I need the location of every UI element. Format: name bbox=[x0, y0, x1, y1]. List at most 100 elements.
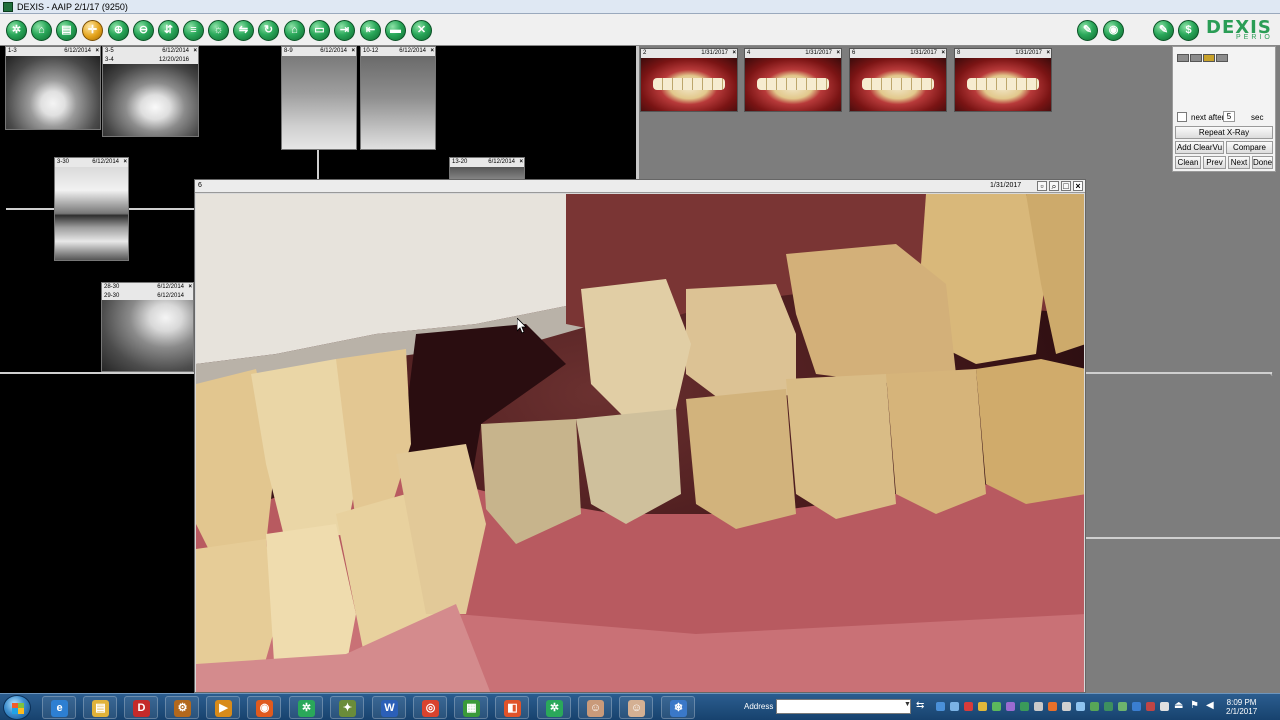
tray-search-icon[interactable] bbox=[1090, 702, 1099, 711]
done-button[interactable]: Done bbox=[1252, 156, 1273, 169]
tile-close-icon[interactable]: × bbox=[351, 47, 355, 56]
tray-app5-icon[interactable] bbox=[1160, 702, 1169, 711]
clean-button[interactable]: Clean bbox=[1175, 156, 1201, 169]
tray-app-icon[interactable] bbox=[950, 702, 959, 711]
tile-close-icon[interactable]: × bbox=[95, 47, 99, 56]
repeat-xray-button[interactable]: Repeat X-Ray bbox=[1175, 126, 1273, 139]
save-icon[interactable]: ▬ bbox=[385, 20, 406, 41]
zoom-out-icon[interactable]: ⊖ bbox=[133, 20, 154, 41]
dollar-icon[interactable]: $ bbox=[1178, 20, 1199, 41]
photo-close-icon[interactable]: × bbox=[1046, 49, 1050, 58]
taskbar-app-explorer[interactable]: ▤ bbox=[83, 696, 117, 719]
viewer-restore-icon[interactable]: ▫ bbox=[1037, 181, 1047, 191]
next-after-seconds-input[interactable]: 5 bbox=[1223, 111, 1235, 122]
viewer-close-icon[interactable]: × bbox=[1073, 181, 1083, 191]
photo-thumbnail[interactable]: 6 1/31/2017 × bbox=[849, 48, 947, 112]
tray-app4-icon[interactable] bbox=[1146, 702, 1155, 711]
mini-sensor-icon[interactable] bbox=[1190, 54, 1202, 62]
tray-security-icon[interactable] bbox=[964, 702, 973, 711]
taskbar-app-tools[interactable]: ⚙ bbox=[165, 696, 199, 719]
photo-thumbnail[interactable]: 4 1/31/2017 × bbox=[744, 48, 842, 112]
xray-tile[interactable]: 13-20 6/12/2014 × bbox=[449, 157, 525, 181]
prev-button[interactable]: Prev bbox=[1203, 156, 1226, 169]
tray-sync-icon[interactable] bbox=[992, 702, 1001, 711]
close-icon[interactable]: ✕ bbox=[411, 20, 432, 41]
photo-close-icon[interactable]: × bbox=[836, 49, 840, 58]
zoom-in-icon[interactable]: ⊕ bbox=[108, 20, 129, 41]
acquire-icon[interactable]: ✲ bbox=[6, 20, 27, 41]
taskbar-app-tiles[interactable]: ▦ bbox=[454, 696, 488, 719]
tile-close-icon[interactable]: × bbox=[430, 47, 434, 56]
taskbar-app-ie[interactable]: e bbox=[42, 696, 76, 719]
tile-close-icon[interactable]: × bbox=[123, 158, 127, 167]
tray-bluetooth-icon[interactable] bbox=[1132, 702, 1141, 711]
import-icon[interactable]: ⇥ bbox=[334, 20, 355, 41]
taskbar-app-office[interactable]: ◧ bbox=[495, 696, 529, 719]
tray-usb-icon[interactable]: ⏏ bbox=[1174, 700, 1183, 711]
xray-tile[interactable]: 1-3 6/12/2014 × bbox=[5, 46, 101, 130]
taskbar-app-person2[interactable]: ☺ bbox=[619, 696, 653, 719]
compare-button[interactable]: Compare bbox=[1226, 141, 1273, 154]
taskbar-clock[interactable]: 8:09 PM 2/1/2017 bbox=[1226, 698, 1257, 716]
edit-icon[interactable]: ✎ bbox=[1077, 20, 1098, 41]
xray-tile[interactable]: 3-30 6/12/2014 × bbox=[54, 157, 129, 261]
start-button[interactable] bbox=[3, 695, 31, 720]
tray-cloud-icon[interactable] bbox=[1076, 702, 1085, 711]
viewer-maximize-icon[interactable]: □ bbox=[1061, 181, 1071, 191]
mini-camera-icon[interactable] bbox=[1203, 54, 1215, 62]
taskbar-app-d[interactable]: D bbox=[124, 696, 158, 719]
auto-next-checkbox[interactable] bbox=[1177, 112, 1187, 122]
xray-tile[interactable]: 10-12 6/12/2014 × bbox=[360, 46, 436, 150]
taskbar-app-word[interactable]: W bbox=[372, 696, 406, 719]
tray-device-icon[interactable] bbox=[1034, 702, 1043, 711]
panel-collapse-arrow-icon[interactable]: ‹ bbox=[1270, 369, 1273, 378]
taskbar-app-dexis[interactable]: ✲ bbox=[289, 696, 323, 719]
taskbar-app-snowflake[interactable]: ❄ bbox=[661, 696, 695, 719]
volume-icon[interactable]: ◀ bbox=[1206, 700, 1214, 711]
taskbar-app-chrome[interactable]: ◎ bbox=[413, 696, 447, 719]
address-input[interactable] bbox=[776, 699, 911, 714]
taskbar-app-utility[interactable]: ✦ bbox=[330, 696, 364, 719]
pen-icon[interactable]: ✎ bbox=[1153, 20, 1174, 41]
xray-tile[interactable]: 28-30 6/12/2014 × 29-30 6/12/2014 bbox=[101, 282, 194, 372]
next-button[interactable]: Next bbox=[1228, 156, 1250, 169]
photo-close-icon[interactable]: × bbox=[941, 49, 945, 58]
tray-dexis-icon[interactable] bbox=[1020, 702, 1029, 711]
taskbar-app-media[interactable]: ▶ bbox=[206, 696, 240, 719]
photo-viewer-window[interactable]: 6 1/31/2017 ▫ ⌕ □ × bbox=[194, 179, 1086, 693]
tile-close-icon[interactable]: × bbox=[519, 158, 523, 167]
tile-close-icon[interactable]: × bbox=[193, 47, 197, 56]
photo-close-icon[interactable]: × bbox=[732, 49, 736, 58]
notes-icon[interactable]: ≡ bbox=[183, 20, 204, 41]
tray-recycle-icon[interactable] bbox=[1118, 702, 1127, 711]
camera-icon[interactable]: ◉ bbox=[1103, 20, 1124, 41]
mini-sensor-icon[interactable] bbox=[1216, 54, 1228, 62]
crosshair-icon[interactable]: ✛ bbox=[82, 20, 103, 41]
mirror-icon[interactable]: ⇋ bbox=[233, 20, 254, 41]
tray-app3-icon[interactable] bbox=[1062, 702, 1071, 711]
tray-network-icon[interactable] bbox=[936, 702, 945, 711]
xray-tile[interactable]: 8-9 6/12/2014 × bbox=[281, 46, 357, 150]
mini-sensor-icon[interactable] bbox=[1177, 54, 1189, 62]
viewer-zoom-icon[interactable]: ⌕ bbox=[1049, 181, 1059, 191]
taskbar-app-person[interactable]: ☺ bbox=[578, 696, 612, 719]
photo-thumbnail[interactable]: 8 1/31/2017 × bbox=[954, 48, 1052, 112]
tray-app2-icon[interactable] bbox=[1006, 702, 1015, 711]
taskbar-app-dexis2[interactable]: ✲ bbox=[537, 696, 571, 719]
go-arrow-icon[interactable]: ⇆ bbox=[916, 700, 924, 711]
taskbar-app-firefox[interactable]: ◉ bbox=[247, 696, 281, 719]
print-icon[interactable]: ▤ bbox=[56, 20, 77, 41]
tooth-icon[interactable]: ⌂ bbox=[31, 20, 52, 41]
tray-shield-icon[interactable] bbox=[1104, 702, 1113, 711]
tray-warning-icon[interactable] bbox=[1048, 702, 1057, 711]
action-center-flag-icon[interactable]: ⚑ bbox=[1190, 700, 1199, 711]
photo-thumbnail[interactable]: 2 1/31/2017 × bbox=[640, 48, 738, 112]
home-icon[interactable]: ⌂ bbox=[284, 20, 305, 41]
tile-close-icon[interactable]: × bbox=[188, 283, 192, 292]
open-folder-icon[interactable]: ▭ bbox=[309, 20, 330, 41]
rotate-icon[interactable]: ↻ bbox=[258, 20, 279, 41]
xray-tile[interactable]: 3-5 6/12/2014 × 3-4 12/20/2016 bbox=[102, 46, 199, 137]
tray-update-icon[interactable] bbox=[978, 702, 987, 711]
brightness-icon[interactable]: ☼ bbox=[208, 20, 229, 41]
measure-icon[interactable]: ⇵ bbox=[158, 20, 179, 41]
